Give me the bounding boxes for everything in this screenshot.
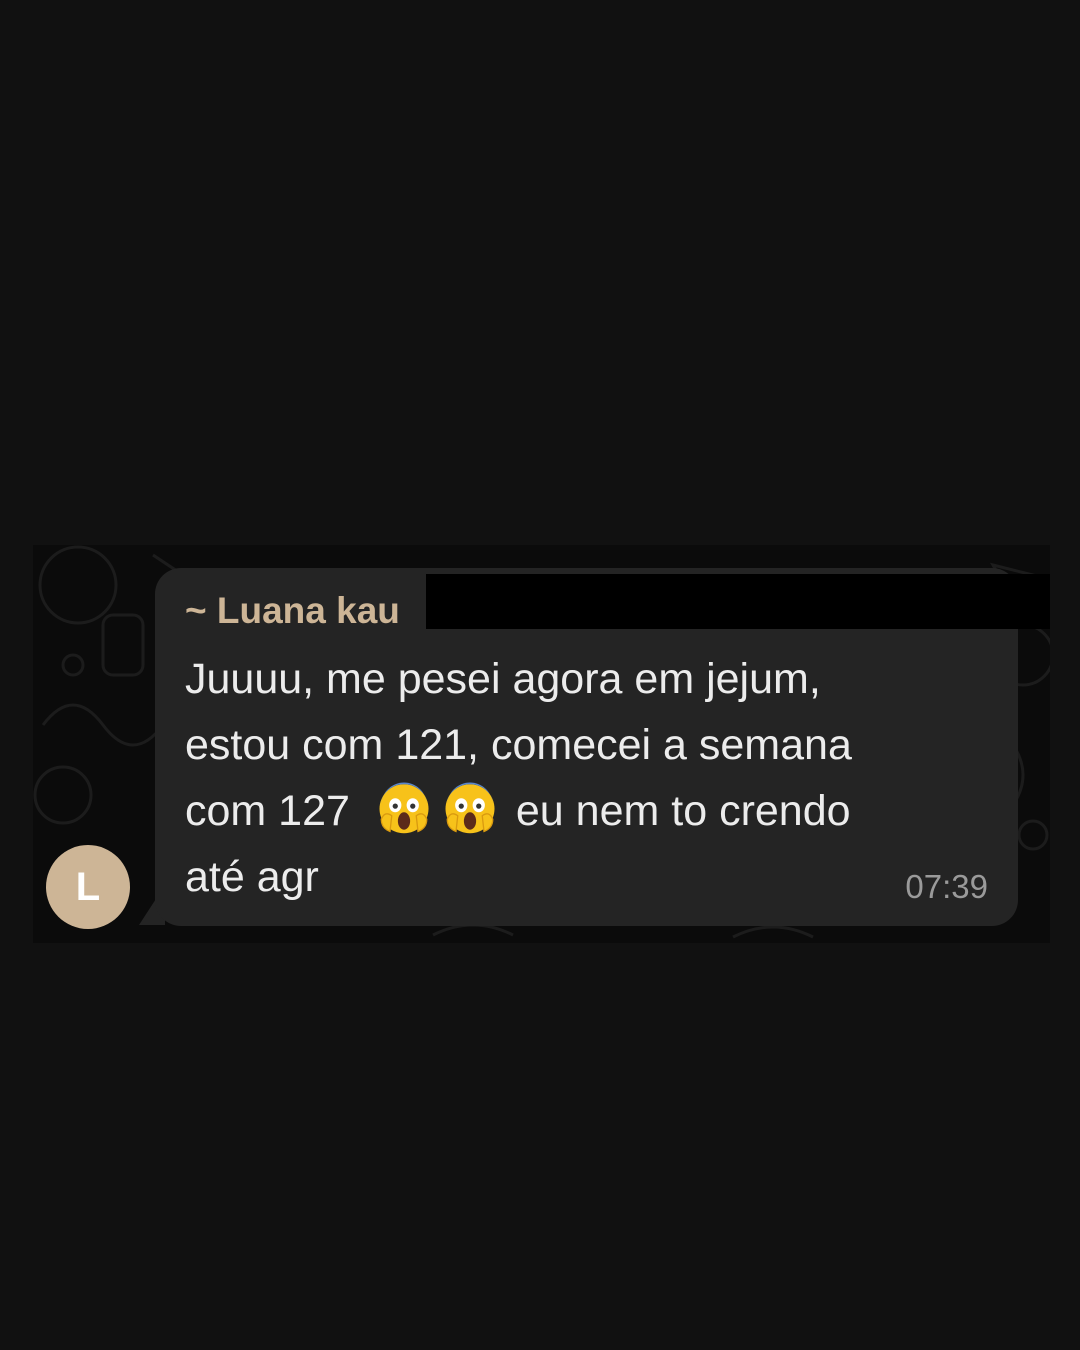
face-screaming-in-fear-icon <box>379 782 429 834</box>
message-line-part: eu nem to crendo <box>515 787 851 835</box>
message-timestamp: 07:39 <box>905 868 988 905</box>
sender-name[interactable]: ~ Luana kau <box>185 590 400 632</box>
message-line: até agr <box>185 853 319 901</box>
sender-avatar[interactable]: L <box>46 845 130 929</box>
message-line: Juuuu, me pesei agora em jejum, <box>185 655 821 703</box>
redaction-bar <box>426 574 1050 629</box>
message-line-part: com 127 <box>185 787 350 835</box>
message-line: estou com 121, comecei a semana <box>185 721 852 769</box>
face-screaming-in-fear-icon <box>445 782 495 834</box>
screenshot-page: L ~ Luana kau Juuuu, me pesei agora em j… <box>0 0 1080 1350</box>
message-line: com 127 eu nem to crendo <box>185 778 985 844</box>
message-text: Juuuu, me pesei agora em jejum, estou co… <box>185 646 985 910</box>
